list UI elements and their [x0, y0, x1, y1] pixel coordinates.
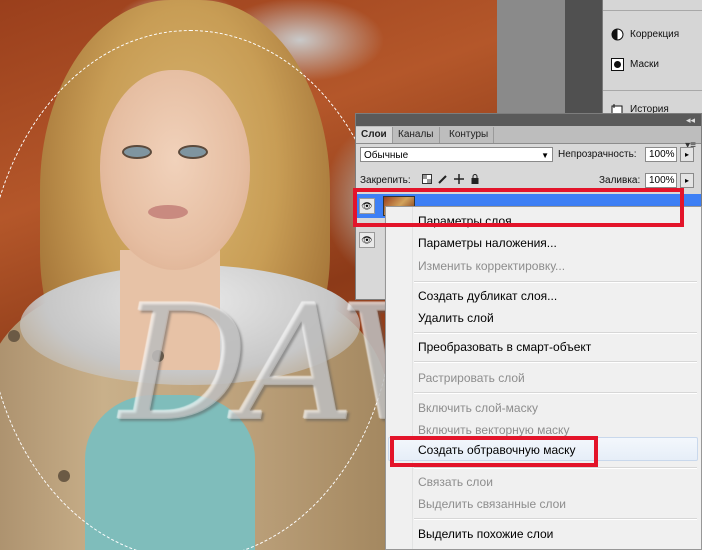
menu-item-enable-layer-mask[interactable]: Включить слой-маску — [418, 397, 538, 419]
menu-item-convert-smart-object[interactable]: Преобразовать в смарт-объект — [418, 336, 591, 358]
dock-item-label: Коррекция — [630, 28, 680, 40]
context-menu-gutter — [386, 207, 413, 549]
menu-separator — [414, 518, 697, 520]
fill-label: Заливка: — [599, 175, 641, 186]
menu-separator — [414, 332, 697, 334]
lock-transparency-icon[interactable] — [422, 174, 432, 184]
menu-item-rasterize-layer[interactable]: Растрировать слой — [418, 367, 525, 389]
eye-icon[interactable]: 👁 — [359, 232, 375, 248]
dock-divider — [603, 90, 702, 91]
menu-item-duplicate-layer[interactable]: Создать дубликат слоя... — [418, 285, 557, 307]
menu-separator — [414, 467, 697, 469]
fill-slider-button[interactable]: ▸ — [680, 173, 694, 188]
menu-item-link-layers[interactable]: Связать слои — [418, 471, 493, 493]
highlight-box-clipping-mask — [390, 436, 598, 467]
menu-item-edit-adjustment[interactable]: Изменить корректировку... — [418, 255, 565, 277]
layer-context-menu: Параметры слоя... Параметры наложения...… — [385, 206, 702, 550]
panel-tabs: Слои Каналы Контуры ▾≡ — [356, 126, 701, 151]
opacity-input[interactable]: 100% — [645, 147, 677, 162]
lock-position-icon[interactable] — [454, 174, 464, 184]
highlight-box-layer — [353, 188, 684, 227]
menu-item-select-linked-layers[interactable]: Выделить связанные слои — [418, 493, 566, 515]
panel-titlebar[interactable]: ◂◂ — [356, 114, 701, 126]
blend-mode-select[interactable]: Обычные ▼ — [360, 147, 553, 162]
menu-item-blending-options[interactable]: Параметры наложения... — [418, 232, 557, 254]
lock-all-icon[interactable] — [470, 174, 480, 184]
dock-item-label: Маски — [630, 58, 659, 70]
tab-layers[interactable]: Слои — [356, 127, 393, 143]
menu-item-select-similar-layers[interactable]: Выделить похожие слои — [418, 523, 553, 545]
menu-separator — [414, 392, 697, 394]
opacity-label: Непрозрачность: — [558, 149, 637, 160]
collapse-panel-button[interactable]: ◂◂ — [686, 114, 695, 126]
dock-item-adjustments[interactable]: Коррекция — [611, 25, 679, 43]
menu-separator — [414, 361, 697, 363]
collapsed-panels-dock: Коррекция Маски История — [602, 0, 702, 120]
blend-mode-value: Обычные — [364, 150, 409, 161]
tab-channels[interactable]: Каналы — [393, 127, 440, 143]
lock-label: Закрепить: — [360, 175, 411, 186]
tab-paths[interactable]: Контуры — [444, 127, 495, 143]
menu-item-delete-layer[interactable]: Удалить слой — [418, 307, 494, 329]
lock-options — [422, 174, 480, 184]
fill-input[interactable]: 100% — [645, 173, 677, 188]
dock-divider — [603, 10, 702, 11]
dock-item-masks[interactable]: Маски — [611, 55, 659, 73]
menu-separator — [414, 281, 697, 283]
mask-icon — [611, 57, 624, 71]
opacity-slider-button[interactable]: ▸ — [680, 147, 694, 162]
lock-pixels-icon[interactable] — [438, 174, 448, 184]
adjustment-icon — [611, 28, 624, 41]
chevron-down-icon: ▼ — [541, 151, 549, 160]
